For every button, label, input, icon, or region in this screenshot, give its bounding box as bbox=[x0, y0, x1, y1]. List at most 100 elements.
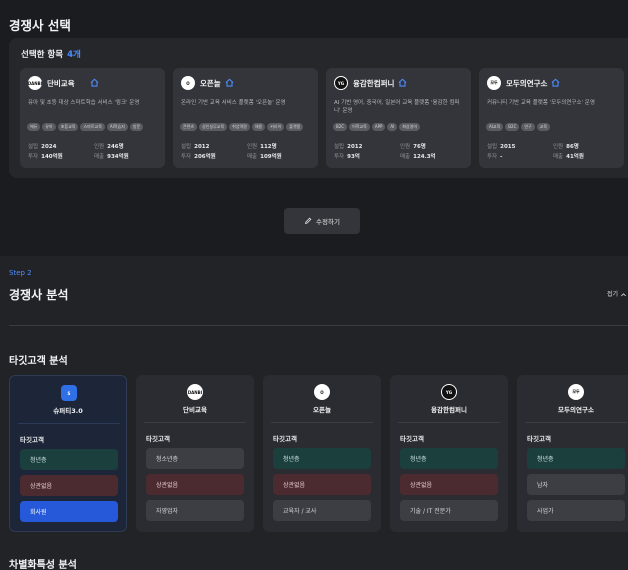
divider bbox=[525, 422, 627, 423]
staff-stat: 인원 76명 bbox=[400, 144, 426, 150]
tag-list: B2C 어학교육 APP AI 화상영어 bbox=[333, 123, 468, 131]
pencil-icon bbox=[305, 217, 312, 224]
target-label: 타깃고객 bbox=[273, 435, 297, 443]
revenue-stat: 매출 934억원 bbox=[94, 154, 129, 160]
competitor-selection-section: 경쟁사 선택 선택한 항목 4개 DANBI 단비교육 유아 및 초등 대상 스마… bbox=[0, 0, 628, 248]
tag: 스마트교육 bbox=[80, 123, 105, 131]
investment-stat: 투자 93억 bbox=[334, 154, 360, 160]
tag: 채용 bbox=[251, 123, 266, 131]
tag-list: AI교육 B2C 연구 교육 bbox=[486, 123, 621, 131]
gender-chip: 상관없음 bbox=[20, 475, 118, 496]
founded-stat: 설립 2024 bbox=[28, 144, 57, 150]
fold-label: 접기 bbox=[607, 291, 619, 298]
target-label: 타깃고객 bbox=[146, 435, 170, 443]
company-logo: 모두 bbox=[487, 76, 501, 90]
competitor-card[interactable]: O 오픈놀 온라인 기반 교육 서비스 플랫폼 '오픈놀' 운영 콘텐츠 성인실… bbox=[173, 68, 318, 168]
company-name: 단비교육 bbox=[47, 79, 75, 88]
occupation-chip: 사업가 bbox=[527, 500, 625, 521]
section-title: 경쟁사 선택 bbox=[9, 18, 71, 33]
age-chip: 청년층 bbox=[527, 448, 625, 469]
edit-button-label: 수정하기 bbox=[316, 218, 340, 226]
target-card[interactable]: S 슈퍼티3.0 타깃고객 청년층 상관없음 회사원 bbox=[9, 375, 127, 532]
company-name: 모두의연구소 bbox=[558, 406, 594, 414]
tag: 에듀 bbox=[27, 123, 41, 131]
target-card[interactable]: DANBI 단비교육 타깃고객 청소년층 상관없음 자영업자 bbox=[136, 375, 254, 532]
investment-stat: 투자 140억원 bbox=[28, 154, 63, 160]
company-name: 오픈놀 bbox=[200, 79, 221, 88]
company-name: 슈퍼티3.0 bbox=[53, 407, 83, 415]
company-name: 단비교육 bbox=[183, 406, 207, 414]
tag: 커리어 bbox=[267, 123, 285, 131]
company-description: AI 기반 영어, 중국어, 일본어 교육 플랫폼 '융감한 컴퍼니' 운영 bbox=[334, 100, 460, 114]
target-label: 타깃고객 bbox=[400, 435, 424, 443]
gender-chip: 남자 bbox=[527, 474, 625, 495]
competitor-analysis-section: Step 2 경쟁사 분석 접기 타깃고객 분석 S 슈퍼티3.0 타깃고객 청… bbox=[0, 256, 628, 570]
tag: 플랫폼 bbox=[286, 123, 304, 131]
founded-stat: 설립 2012 bbox=[181, 144, 210, 150]
gender-chip: 상관없음 bbox=[273, 474, 371, 495]
founded-stat: 설립 2012 bbox=[334, 144, 363, 150]
home-icon bbox=[398, 78, 407, 87]
tag: 연구 bbox=[521, 123, 535, 131]
tag: 초등교육 bbox=[57, 123, 79, 131]
company-logo: YG bbox=[441, 384, 457, 400]
competitor-card[interactable]: 모두 모두의연구소 커뮤니티 기반 교육 플랫폼 '모두의연구소' 운영 AI교… bbox=[479, 68, 624, 168]
divider bbox=[271, 422, 373, 423]
edit-button[interactable]: 수정하기 bbox=[284, 208, 360, 234]
age-chip: 청년층 bbox=[400, 448, 498, 469]
tag: 교육 bbox=[536, 123, 551, 131]
fold-toggle[interactable]: 접기 bbox=[607, 289, 627, 298]
age-chip: 청소년층 bbox=[146, 448, 244, 469]
section-title: 경쟁사 분석 bbox=[9, 288, 69, 302]
tag: 화상영어 bbox=[399, 123, 421, 131]
target-card[interactable]: YG 융감한컴퍼니 타깃고객 청년층 상관없음 기술 / IT 전문가 bbox=[390, 375, 508, 532]
company-logo: O bbox=[181, 76, 195, 90]
home-icon bbox=[90, 78, 99, 87]
revenue-stat: 매출 124.3억 bbox=[400, 154, 436, 160]
step-label: Step 2 bbox=[9, 269, 32, 277]
founded-stat: 설립 2015 bbox=[487, 144, 516, 150]
target-label: 타깃고객 bbox=[527, 435, 551, 443]
company-logo: S bbox=[61, 385, 77, 401]
occupation-chip: 자영업자 bbox=[146, 500, 244, 521]
staff-stat: 인원 246명 bbox=[94, 144, 124, 150]
company-description: 온라인 기반 교육 서비스 플랫폼 '오픈놀' 운영 bbox=[181, 100, 286, 106]
company-name: 모두의연구소 bbox=[506, 79, 548, 88]
revenue-stat: 매출 41억원 bbox=[553, 154, 584, 160]
home-icon bbox=[551, 78, 560, 87]
chevron-up-icon bbox=[621, 293, 626, 297]
company-name: 오픈놀 bbox=[313, 406, 331, 414]
divider bbox=[398, 422, 500, 423]
occupation-chip: 기술 / IT 전문가 bbox=[400, 500, 498, 521]
divider bbox=[18, 423, 120, 424]
tag: AI교육 bbox=[486, 123, 504, 131]
tag: B2C bbox=[333, 123, 348, 131]
divider bbox=[9, 325, 628, 326]
competitor-card[interactable]: DANBI 단비교육 유아 및 초등 대상 스마트학습 서비스 '윙크' 운영 … bbox=[20, 68, 165, 168]
staff-stat: 인원 86명 bbox=[553, 144, 579, 150]
occupation-chip: 교육자 / 교사 bbox=[273, 500, 371, 521]
selected-header: 선택한 항목 4개 bbox=[21, 48, 81, 60]
selected-label: 선택한 항목 bbox=[21, 50, 64, 60]
company-logo: 모두 bbox=[568, 384, 584, 400]
company-name: 융감한컴퍼니 bbox=[431, 406, 467, 414]
company-logo: DANBI bbox=[28, 76, 42, 90]
company-logo: YG bbox=[334, 76, 348, 90]
target-card[interactable]: 모두 모두의연구소 타깃고객 청년층 남자 사업가 bbox=[517, 375, 628, 532]
staff-stat: 인원 112명 bbox=[247, 144, 277, 150]
differentiation-title: 차별화특성 분석 bbox=[9, 560, 77, 570]
tag-list: 에듀 유아 초등교육 스마트교육 AI학습지 방문 bbox=[27, 123, 162, 131]
company-logo: DANBI bbox=[187, 384, 203, 400]
target-label: 타깃고객 bbox=[20, 436, 44, 444]
competitor-card[interactable]: YG 융감한컴퍼니 AI 기반 영어, 중국어, 일본어 교육 플랫폼 '융감한… bbox=[326, 68, 471, 168]
tag: 성인실무교육 bbox=[199, 123, 228, 131]
target-analysis-title: 타깃고객 분석 bbox=[9, 356, 68, 367]
revenue-stat: 매출 109억원 bbox=[247, 154, 282, 160]
target-card[interactable]: O 오픈놀 타깃고객 청년층 상관없음 교육자 / 교사 bbox=[263, 375, 381, 532]
selected-count: 4개 bbox=[67, 50, 81, 60]
tag: AI학습지 bbox=[106, 123, 128, 131]
divider bbox=[144, 422, 246, 423]
tag: B2C bbox=[505, 123, 520, 131]
tag: 취업역량 bbox=[229, 123, 250, 131]
gender-chip: 상관없음 bbox=[400, 474, 498, 495]
